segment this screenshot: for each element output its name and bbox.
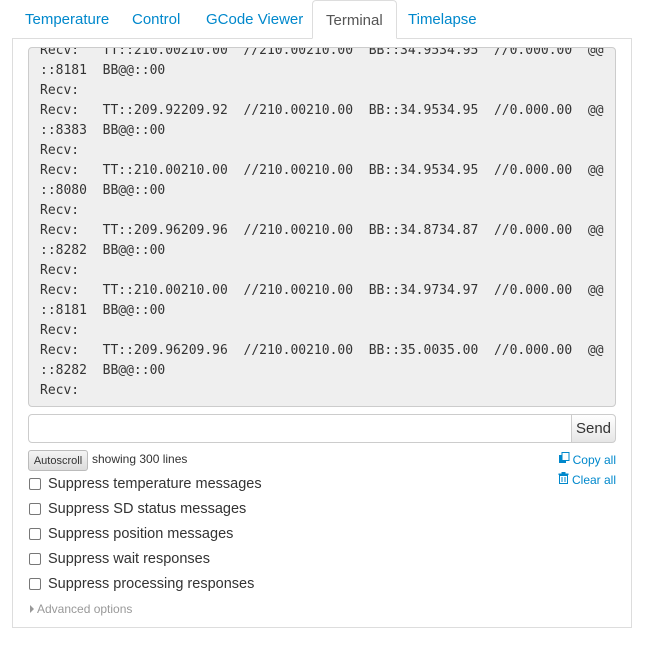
terminal-line: Recv: — [40, 383, 80, 398]
terminal-line: ::8282 BB@@::00 — [40, 363, 166, 378]
clear-all-label: Clear all — [571, 472, 616, 487]
suppress-position-option[interactable]: Suppress position messages — [28, 524, 233, 544]
tab-bar: Temperature Control GCode Viewer Termina… — [12, 0, 632, 39]
tab-control[interactable]: Control — [119, 0, 193, 38]
tab-gcode-viewer[interactable]: GCode Viewer — [193, 0, 316, 38]
line-count-text: showing 300 lines — [92, 452, 188, 466]
caret-right-icon — [30, 605, 34, 613]
suppress-wait-label: Suppress wait responses — [48, 551, 210, 567]
send-button[interactable]: Send — [571, 414, 616, 443]
tab-terminal[interactable]: Terminal — [312, 0, 397, 39]
terminal-line: ::8181 BB@@::00 — [40, 63, 166, 78]
terminal-line: Recv: TT::209.96209.96 //210.00210.00 BB… — [40, 343, 604, 358]
suppress-position-label: Suppress position messages — [48, 526, 234, 542]
copy-icon — [558, 452, 570, 467]
trash-icon — [558, 472, 569, 487]
terminal-line: Recv: — [40, 83, 80, 98]
advanced-options-toggle[interactable]: Advanced options — [30, 602, 132, 616]
suppress-position-checkbox[interactable] — [29, 528, 41, 540]
terminal-line: Recv: TT::209.96209.96 //210.00210.00 BB… — [40, 223, 604, 238]
terminal-line: Recv: TT::209.92209.92 //210.00210.00 BB… — [40, 103, 604, 118]
suppress-temperature-label: Suppress temperature messages — [48, 476, 262, 492]
suppress-processing-option[interactable]: Suppress processing responses — [28, 574, 254, 594]
copy-all-link[interactable]: Copy all — [558, 452, 616, 467]
terminal-line: Recv: TT::210.00210.00 //210.00210.00 BB… — [40, 47, 604, 58]
command-input[interactable] — [28, 414, 572, 443]
clear-all-link[interactable]: Clear all — [558, 472, 616, 487]
suppress-processing-label: Suppress processing responses — [48, 576, 255, 592]
terminal-line: ::8282 BB@@::00 — [40, 243, 166, 258]
suppress-sd-status-option[interactable]: Suppress SD status messages — [28, 499, 246, 519]
suppress-sd-status-label: Suppress SD status messages — [48, 501, 247, 517]
terminal-line: Recv: — [40, 203, 80, 218]
terminal-lines: Recv: TT::210.00210.00 //210.00210.00 BB… — [40, 47, 611, 401]
terminal-line: ::8181 BB@@::00 — [40, 303, 166, 318]
advanced-options-label: Advanced options — [37, 602, 133, 616]
suppress-temperature-option[interactable]: Suppress temperature messages — [28, 474, 262, 494]
copy-all-label: Copy all — [572, 452, 616, 467]
suppress-processing-checkbox[interactable] — [29, 578, 41, 590]
suppress-temperature-checkbox[interactable] — [29, 478, 41, 490]
terminal-line: ::8383 BB@@::00 — [40, 123, 166, 138]
terminal-line: Recv: TT::210.00210.00 //210.00210.00 BB… — [40, 163, 604, 178]
tab-temperature[interactable]: Temperature — [12, 0, 122, 38]
suppress-wait-option[interactable]: Suppress wait responses — [28, 549, 210, 569]
suppress-wait-checkbox[interactable] — [29, 553, 41, 565]
terminal-line: Recv: — [40, 323, 80, 338]
suppress-sd-status-checkbox[interactable] — [29, 503, 41, 515]
terminal-line: Recv: — [40, 143, 80, 158]
terminal-line: Recv: — [40, 263, 80, 278]
terminal-output[interactable]: Recv: TT::210.00210.00 //210.00210.00 BB… — [28, 47, 616, 407]
terminal-line: ::8080 BB@@::00 — [40, 183, 166, 198]
terminal-line: Recv: TT::210.00210.00 //210.00210.00 BB… — [40, 283, 604, 298]
tab-timelapse[interactable]: Timelapse — [395, 0, 490, 38]
autoscroll-button[interactable]: Autoscroll — [28, 450, 88, 471]
